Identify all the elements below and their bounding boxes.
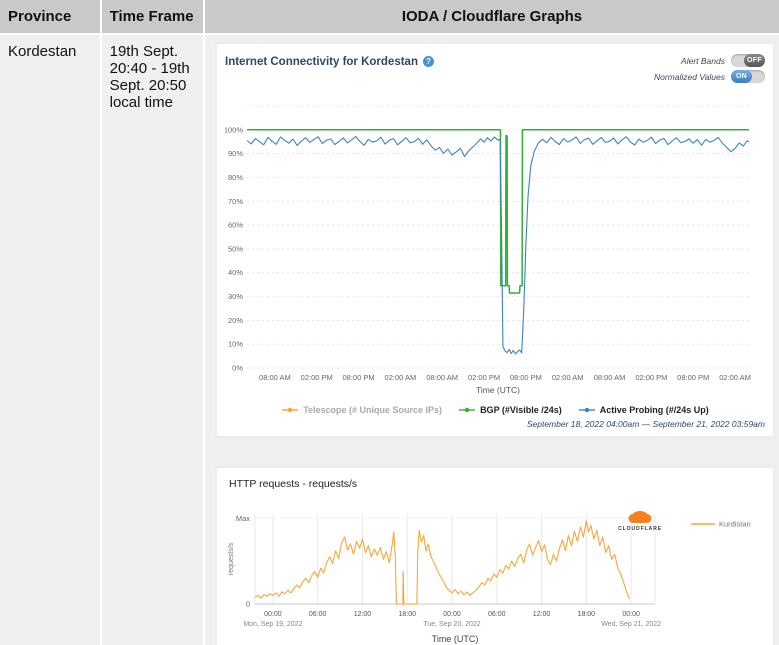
svg-text:02:00 AM: 02:00 AM [719,373,751,382]
cloudflare-chart-title: HTTP requests - requests/s [225,476,765,500]
ioda-chart-title: Internet Connectivity for Kordestan [225,56,418,68]
svg-text:08:00 AM: 08:00 AM [594,373,626,382]
report-table: Province Time Frame IODA / Cloudflare Gr… [0,0,779,645]
svg-text:10%: 10% [228,340,243,349]
svg-text:CLOUDFLARE: CLOUDFLARE [618,526,662,532]
series-Kurdistan Province [255,521,630,604]
ioda-date-range: September 18, 2022 04:00am — September 2… [225,419,765,432]
column-header-province: Province [0,0,100,33]
legend-label: BGP (#Visible /24s) [480,405,562,415]
cloudflare-graph-card: HTTP requests - requests/s 00:00 Mon, Sep… [216,467,774,645]
svg-text:50%: 50% [228,244,243,253]
svg-text:Kurdistan Province: Kurdistan Province [719,520,751,529]
report-page: Province Time Frame IODA / Cloudflare Gr… [0,0,779,645]
svg-text:02:00 PM: 02:00 PM [468,373,500,382]
svg-text:Mon, Sep 19, 2022: Mon, Sep 19, 2022 [243,621,302,628]
alert-bands-toggle-row: Alert Bands OFF [681,54,765,67]
cloudflare-legend: Kurdistan Province [691,520,751,529]
svg-text:70%: 70% [228,197,243,206]
toggle-on-knob: ON [731,70,752,83]
svg-text:40%: 40% [228,268,243,277]
legend-label: Active Probing (#/24s Up) [600,405,709,415]
ioda-chart-header: Internet Connectivity for Kordestan? Ale… [225,52,765,86]
ioda-legend: Telescope (# Unique Source IPs) BGP (#Vis… [225,402,765,418]
svg-text:Tue, Sep 20, 2022: Tue, Sep 20, 2022 [423,621,480,628]
svg-text:80%: 80% [228,173,243,182]
legend-marker-icon [281,406,299,414]
ioda-toggles: Alert Bands OFF Normalized Values ON [654,52,765,83]
svg-text:requests/s: requests/s [228,542,235,575]
svg-text:02:00 PM: 02:00 PM [301,373,333,382]
legend-item[interactable]: Active Probing (#/24s Up) [578,405,709,415]
svg-text:Wed, Sep 21, 2022: Wed, Sep 21, 2022 [601,621,661,628]
svg-text:20%: 20% [228,316,243,325]
svg-text:18:00: 18:00 [578,611,596,618]
legend-marker-icon [578,406,596,414]
svg-text:08:00 PM: 08:00 PM [510,373,542,382]
ioda-chart-title-wrap: Internet Connectivity for Kordestan? [225,52,434,68]
column-header-time-frame: Time Frame [102,0,203,33]
svg-text:0%: 0% [232,364,243,373]
svg-text:30%: 30% [228,292,243,301]
svg-text:60%: 60% [228,221,243,230]
help-icon[interactable]: ? [423,56,434,67]
svg-text:18:00: 18:00 [398,611,416,618]
svg-text:0: 0 [246,600,250,609]
svg-text:08:00 AM: 08:00 AM [259,373,291,382]
svg-text:02:00 PM: 02:00 PM [635,373,667,382]
time-frame-cell: 19th Sept. 20:40 - 19th Sept. 20:50 loca… [102,35,203,645]
ioda-graph-card: Internet Connectivity for Kordestan? Ale… [216,43,774,437]
ioda-connectivity-chart: 0% 10% 20% 30% 40% 50% 60% 70% 80% 90% 100% 08:00 A… [225,86,751,400]
normalized-values-toggle-row: Normalized Values ON [654,70,765,83]
svg-text:08:00 PM: 08:00 PM [677,373,709,382]
svg-text:00:00: 00:00 [264,611,282,618]
alert-bands-label: Alert Bands [681,56,725,66]
svg-text:02:00 AM: 02:00 AM [385,373,417,382]
svg-text:08:00 PM: 08:00 PM [343,373,375,382]
column-header-graphs: IODA / Cloudflare Graphs [205,0,779,33]
graphs-cell: Internet Connectivity for Kordestan? Ale… [205,35,779,645]
legend-marker-icon [458,406,476,414]
svg-text:00:00: 00:00 [443,611,461,618]
svg-text:12:00: 12:00 [354,611,372,618]
normalized-values-label: Normalized Values [654,72,725,82]
svg-text:02:00 AM: 02:00 AM [552,373,584,382]
svg-text:100%: 100% [225,125,243,134]
svg-text:90%: 90% [228,149,243,158]
province-cell: Kordestan [0,35,100,645]
legend-label: Telescope (# Unique Source IPs) [303,405,442,415]
legend-item[interactable]: BGP (#Visible /24s) [458,405,562,415]
toggle-off-knob: OFF [744,54,765,67]
svg-text:Time (UTC): Time (UTC) [432,634,479,644]
header-row: Province Time Frame IODA / Cloudflare Gr… [0,0,779,33]
alert-bands-toggle[interactable]: OFF [731,54,765,67]
svg-text:06:00: 06:00 [309,611,327,618]
cloudflare-http-requests-chart: 00:00 Mon, Sep 19, 2022 06:00 12:00 18:00 00:… [225,500,751,645]
svg-text:08:00 AM: 08:00 AM [426,373,458,382]
svg-text:Time (UTC): Time (UTC) [476,385,520,395]
legend-item[interactable]: Telescope (# Unique Source IPs) [281,405,442,415]
svg-text:12:00: 12:00 [533,611,551,618]
series-Active Probing (#/24s Up) [247,137,749,354]
svg-text:00:00: 00:00 [622,611,640,618]
normalized-values-toggle[interactable]: ON [731,70,765,83]
table-row: Kordestan 19th Sept. 20:40 - 19th Sept. … [0,35,779,645]
svg-text:06:00: 06:00 [488,611,506,618]
series-BGP (#Visible /24s) [247,130,749,293]
svg-text:Max: Max [236,514,250,523]
